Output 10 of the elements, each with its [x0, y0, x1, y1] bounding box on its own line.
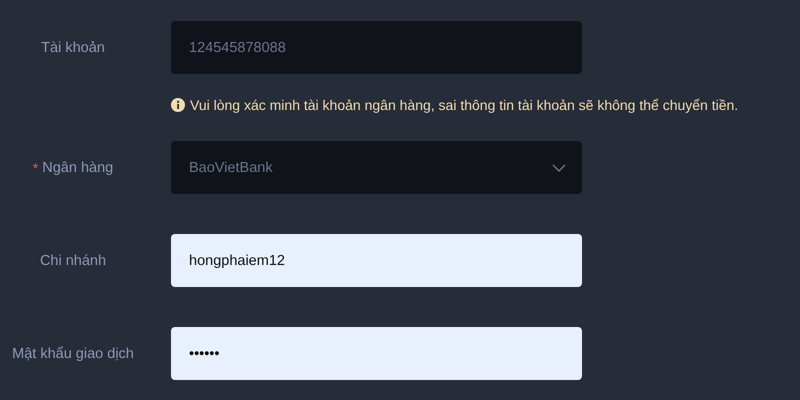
field-label: Ngân hàng — [42, 160, 114, 176]
required-asterisk: * — [32, 160, 38, 176]
hint-text: Vui lòng xác minh tài khoản ngân hàng, sai thông tin tài khoản sẽ không thể chuyển tiền. — [190, 97, 738, 113]
field-label: Chi nhánh — [40, 252, 106, 268]
password-field[interactable]: •••••• — [171, 327, 582, 380]
field-label: Mật khẩu giao dịch — [12, 346, 134, 362]
chevron-down-icon — [552, 164, 566, 172]
input-field[interactable]: hongphaiem12 — [171, 234, 582, 287]
field-label: Tài khoản — [41, 40, 105, 56]
info-icon — [171, 98, 185, 112]
